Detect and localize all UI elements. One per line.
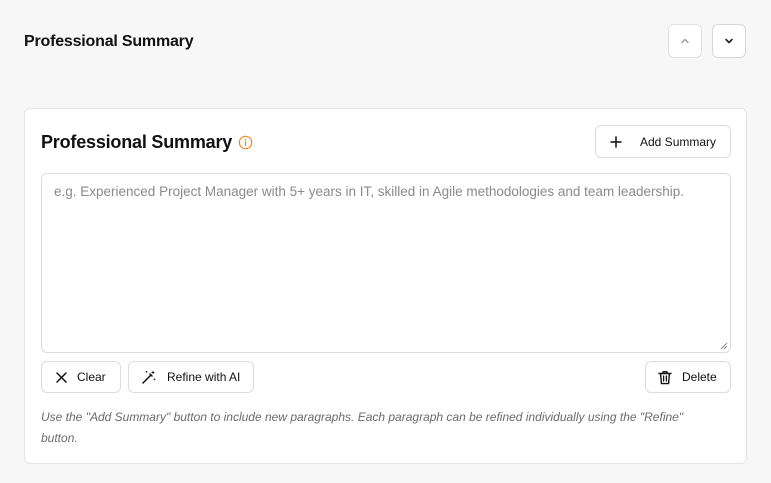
resume-editor-page: Professional Summary Professional Summar… [0,0,771,483]
refine-with-ai-label: Refine with AI [167,370,241,384]
section-title: Professional Summary [24,33,194,50]
close-icon [56,371,67,383]
resize-handle-icon[interactable] [720,342,728,350]
summary-textarea[interactable] [42,174,730,352]
summary-card: Professional Summary Add Summary e.g. Ex… [24,108,747,464]
chevron-up-icon [681,38,689,44]
move-down-button[interactable] [712,24,746,58]
move-up-button[interactable] [668,24,702,58]
summary-textarea-container [41,173,731,353]
add-summary-button[interactable]: Add Summary [595,125,731,158]
clear-button[interactable]: Clear [41,361,121,393]
card-title: Professional Summary [41,131,253,153]
chevron-down-icon [725,38,733,44]
plus-icon [610,135,622,148]
magic-wand-icon [141,369,157,385]
add-summary-label: Add Summary [640,134,717,149]
delete-button[interactable]: Delete [645,361,731,393]
clear-label: Clear [77,370,106,384]
info-icon[interactable] [238,135,253,150]
delete-label: Delete [682,370,717,384]
refine-with-ai-button[interactable]: Refine with AI [128,361,254,393]
card-title-text: Professional Summary [41,132,233,152]
trash-icon [658,370,672,385]
help-text: Use the "Add Summary" button to include … [41,410,684,445]
